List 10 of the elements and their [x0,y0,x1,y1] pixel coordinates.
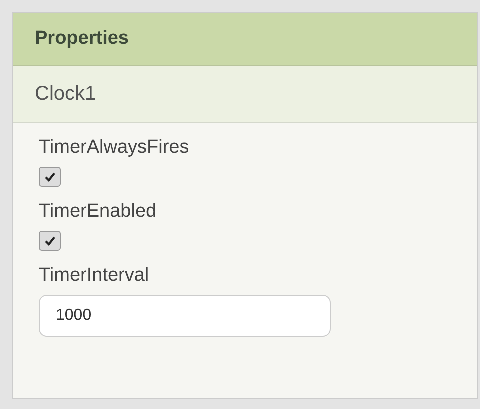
component-name: Clock1 [35,82,96,106]
checkmark-icon [44,235,56,247]
checkbox[interactable] [39,231,61,251]
property-label: TimerEnabled [39,201,157,223]
input-field[interactable]: 1000 [39,295,331,337]
panel-title: Properties [35,28,129,50]
property-label: TimerAlwaysFires [39,137,190,159]
property-label: TimerInterval [39,265,150,287]
checkbox[interactable] [39,167,61,187]
checkmark-icon [44,171,56,183]
